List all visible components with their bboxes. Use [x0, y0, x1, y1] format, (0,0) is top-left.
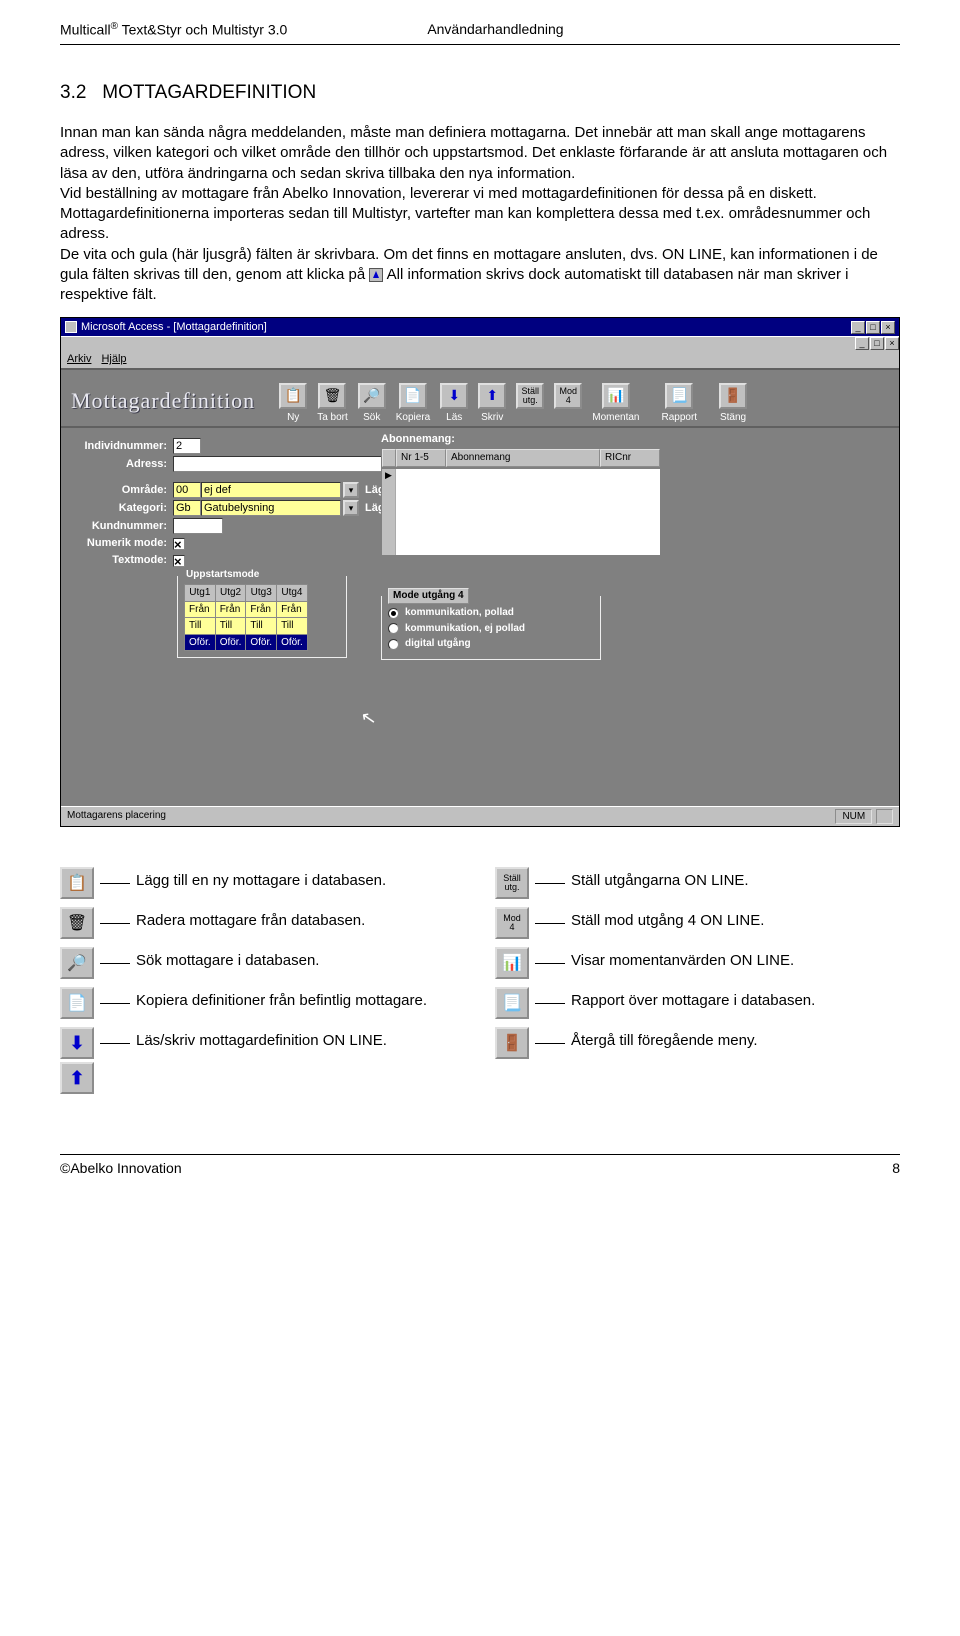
row-selector-icon[interactable]: ▶ — [382, 469, 396, 555]
toolbar-sok[interactable]: 🔎Sök — [358, 383, 386, 425]
legend-item: Mod 4 Ställ mod utgång 4 ON LINE. — [495, 907, 900, 939]
toolbar-kopiera[interactable]: 📄Kopiera — [396, 383, 430, 425]
abonnemang-grid[interactable]: ▶ — [381, 468, 661, 556]
stall-utg-icon: Ställ utg. — [495, 867, 529, 899]
toolbar-stall[interactable]: Ställ utg. — [516, 383, 544, 425]
toolbar-ny[interactable]: 📋Ny — [279, 383, 307, 425]
body-paragraph: Innan man kan sända några meddelanden, m… — [60, 123, 900, 305]
kategori-dropdown-icon[interactable]: ▾ — [343, 500, 359, 516]
input-kategori-name[interactable] — [201, 500, 341, 516]
omrade-dropdown-icon[interactable]: ▾ — [343, 482, 359, 498]
exit-icon: 🚪 — [719, 383, 747, 409]
inner-maximize-button[interactable]: □ — [870, 337, 884, 350]
report-icon: 📃 — [495, 987, 529, 1019]
screenshot-mottagardefinition: Microsoft Access - [Mottagardefinition] … — [60, 317, 900, 827]
table-uppstart[interactable]: Utg1Utg2Utg3Utg4 FrånFrånFrånFrån TillTi… — [184, 584, 308, 651]
form-title: Mottagardefinition — [71, 386, 255, 416]
trash-icon: 🗑 — [318, 383, 346, 409]
legend-item: ⬇ ⬆ Läs/skriv mottagardefinition ON LINE… — [60, 1027, 465, 1094]
label-numerik: Numerik mode: — [73, 536, 173, 551]
mod4-icon: Mod 4 — [495, 907, 529, 939]
chart-icon: 📊 — [495, 947, 529, 979]
status-bar: Mottagarens placering NUM — [61, 806, 899, 827]
label-adress: Adress: — [73, 457, 173, 472]
section-heading: 3.2 MOTTAGARDEFINITION — [60, 80, 900, 106]
legend-item: 📋 Lägg till en ny mottagare i databasen. — [60, 867, 465, 899]
legend-item: 🚪 Återgå till föregående meny. — [495, 1027, 900, 1059]
inner-close-button[interactable]: × — [885, 337, 899, 350]
toolbar: Mottagardefinition 📋Ny 🗑Ta bort 🔎Sök 📄Ko… — [61, 368, 899, 428]
group-mode-utgang4: Mode utgång 4 kommunikation, pollad komm… — [381, 596, 601, 660]
toolbar-skriv[interactable]: ⬆Skriv — [478, 383, 506, 425]
menubar: Arkiv Hjälp — [61, 350, 899, 368]
checkbox-textmode[interactable] — [173, 555, 185, 567]
input-kundnummer[interactable] — [173, 518, 223, 534]
abonnemang-panel: Abonnemang: Nr 1-5 Abonnemang RICnr ▶ — [381, 432, 661, 555]
label-individnummer: Individnummer: — [73, 439, 173, 454]
read-icon: ⬇ — [60, 1027, 94, 1059]
inner-minimize-button[interactable]: _ — [855, 337, 869, 350]
icon-legend: 📋 Lägg till en ny mottagare i databasen.… — [60, 867, 900, 1094]
write-up-icon — [369, 268, 383, 282]
search-icon: 🔎 — [358, 383, 386, 409]
group-uppstartsmode: Uppstartsmode Utg1Utg2Utg3Utg4 FrånFrånF… — [177, 576, 347, 658]
maximize-button[interactable]: □ — [866, 321, 880, 334]
legend-item: Ställ utg. Ställ utgångarna ON LINE. — [495, 867, 900, 899]
legend-item: 📊 Visar momentanvärden ON LINE. — [495, 947, 900, 979]
toolbar-rapport[interactable]: 📃Rapport — [661, 383, 697, 425]
label-kategori: Kategori: — [73, 501, 173, 516]
new-icon: 📋 — [279, 383, 307, 409]
checkbox-numerik[interactable] — [173, 538, 185, 550]
close-button[interactable]: × — [881, 321, 895, 334]
input-omrade-code[interactable] — [173, 482, 201, 498]
input-adress[interactable] — [173, 456, 403, 472]
label-omrade: Område: — [73, 483, 173, 498]
legend-item: 📄 Kopiera definitioner från befintlig mo… — [60, 987, 465, 1019]
legend-item: 📃 Rapport över mottagare i databasen. — [495, 987, 900, 1019]
header-rule — [60, 44, 900, 45]
mouse-cursor-icon: ↖ — [359, 705, 378, 732]
write-icon: ⬆ — [478, 383, 506, 409]
minimize-button[interactable]: _ — [851, 321, 865, 334]
legend-item: 🗑 Radera mottagare från databasen. — [60, 907, 465, 939]
input-omrade-name[interactable] — [201, 482, 341, 498]
trash-icon: 🗑 — [60, 907, 94, 939]
page-footer: ©Abelko Innovation 8 — [60, 1154, 900, 1198]
copy-icon: 📄 — [399, 383, 427, 409]
radio-kommunikation-ej-pollad[interactable]: kommunikation, ej pollad — [388, 622, 594, 636]
toolbar-las[interactable]: ⬇Läs — [440, 383, 468, 425]
new-icon: 📋 — [60, 867, 94, 899]
page-header: Multicall® Text&Styr och Multistyr 3.0 A… — [60, 0, 900, 40]
exit-icon: 🚪 — [495, 1027, 529, 1059]
titlebar: Microsoft Access - [Mottagardefinition] … — [61, 318, 899, 336]
legend-item: 🔎 Sök mottagare i databasen. — [60, 947, 465, 979]
read-icon: ⬇ — [440, 383, 468, 409]
radio-digital-utgang[interactable]: digital utgång — [388, 637, 594, 651]
menu-arkiv[interactable]: Arkiv — [67, 352, 91, 367]
toolbar-tabort[interactable]: 🗑Ta bort — [317, 383, 348, 425]
input-individnummer[interactable] — [173, 438, 201, 454]
toolbar-momentan[interactable]: 📊Momentan — [592, 383, 639, 425]
label-textmode: Textmode: — [73, 553, 173, 568]
toolbar-stang[interactable]: 🚪Stäng — [719, 383, 747, 425]
radio-kommunikation-pollad[interactable]: kommunikation, pollad — [388, 606, 594, 620]
app-icon — [65, 321, 77, 333]
menu-hjalp[interactable]: Hjälp — [101, 352, 126, 367]
report-icon: 📃 — [665, 383, 693, 409]
toolbar-mod4[interactable]: Mod 4 — [554, 383, 582, 425]
write-icon: ⬆ — [60, 1062, 94, 1094]
label-kundnummer: Kundnummer: — [73, 519, 173, 534]
copy-icon: 📄 — [60, 987, 94, 1019]
window-title-text: Microsoft Access - [Mottagardefinition] — [81, 320, 267, 335]
search-icon: 🔎 — [60, 947, 94, 979]
chart-icon: 📊 — [602, 383, 630, 409]
input-kategori-code[interactable] — [173, 500, 201, 516]
